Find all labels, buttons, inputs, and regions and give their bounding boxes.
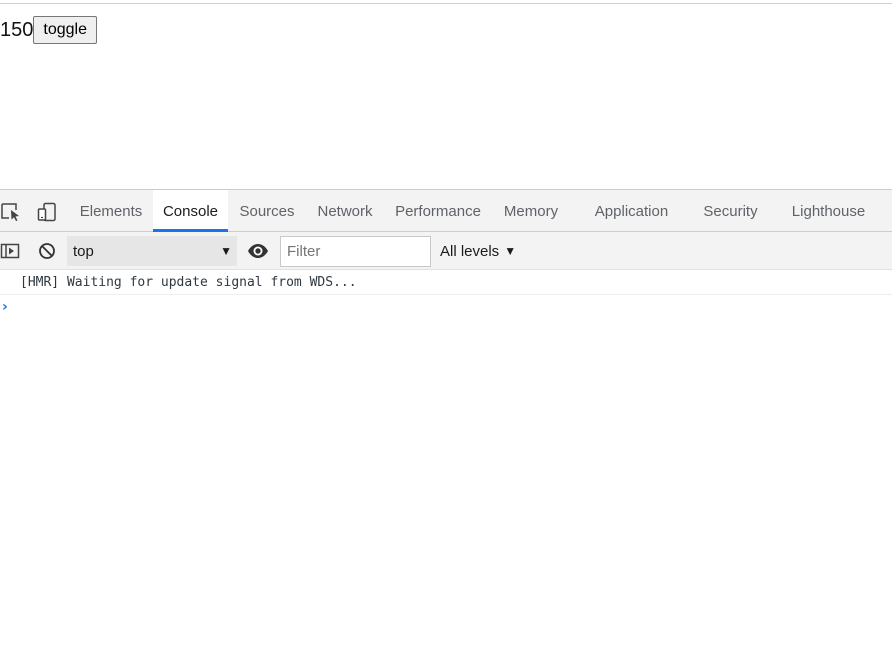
tab-performance[interactable]: Performance bbox=[389, 190, 487, 232]
console-toolbar: top ▼ All levels ▼ bbox=[0, 232, 892, 270]
browser-page: 150 toggle Elements Console Sources Netw… bbox=[0, 0, 892, 646]
console-messages: [HMR] Waiting for update signal from WDS… bbox=[0, 270, 892, 319]
app-root: 150 toggle bbox=[0, 16, 97, 44]
tab-lighthouse[interactable]: Lighthouse bbox=[782, 190, 875, 232]
inspect-element-icon[interactable] bbox=[0, 201, 22, 223]
context-selector[interactable]: top ▼ bbox=[67, 236, 237, 266]
tab-memory[interactable]: Memory bbox=[494, 190, 568, 232]
show-sidebar-icon[interactable] bbox=[0, 241, 20, 261]
devtools-panel: Elements Console Sources Network Perform… bbox=[0, 189, 892, 646]
log-levels-dropdown[interactable]: All levels ▼ bbox=[440, 236, 516, 266]
tab-application[interactable]: Application bbox=[584, 190, 679, 232]
context-value: top bbox=[73, 242, 94, 260]
filter-input[interactable] bbox=[280, 236, 431, 267]
console-prompt[interactable]: › bbox=[0, 295, 892, 319]
counter-value: 150 bbox=[0, 19, 34, 41]
clear-console-icon[interactable] bbox=[37, 241, 57, 261]
tab-network[interactable]: Network bbox=[306, 190, 384, 232]
devtools-tabbar: Elements Console Sources Network Perform… bbox=[0, 190, 892, 232]
tab-security[interactable]: Security bbox=[694, 190, 767, 232]
chevron-down-icon: ▼ bbox=[504, 244, 517, 258]
console-message-text: [HMR] Waiting for update signal from WDS… bbox=[20, 274, 357, 290]
device-toolbar-icon[interactable] bbox=[36, 201, 58, 223]
viewport-top-border bbox=[0, 3, 892, 4]
prompt-chevron-icon: › bbox=[2, 299, 8, 315]
live-expression-eye-icon[interactable] bbox=[247, 241, 269, 261]
console-message: [HMR] Waiting for update signal from WDS… bbox=[0, 270, 892, 295]
tab-sources[interactable]: Sources bbox=[232, 190, 302, 232]
chevron-down-icon: ▼ bbox=[220, 244, 232, 258]
tab-console[interactable]: Console bbox=[153, 190, 228, 232]
toggle-button[interactable]: toggle bbox=[33, 16, 97, 44]
levels-label: All levels bbox=[440, 242, 500, 260]
tab-elements[interactable]: Elements bbox=[72, 190, 150, 232]
